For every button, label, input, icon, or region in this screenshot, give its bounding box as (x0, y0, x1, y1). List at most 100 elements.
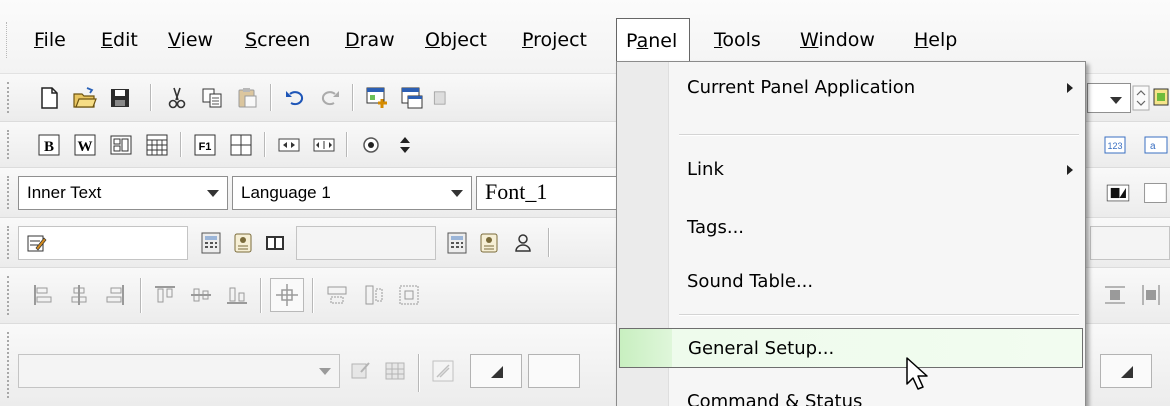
menu-item-label: Sound Table... (687, 271, 814, 292)
line-color-icon[interactable] (1140, 178, 1170, 208)
fill-style-button-2[interactable] (528, 354, 580, 388)
menu-tools-label: ools (722, 29, 761, 51)
align-middle-icon[interactable] (186, 280, 216, 310)
grid-icon[interactable] (142, 130, 172, 160)
radio-icon[interactable] (356, 130, 386, 160)
screen-properties-icon[interactable] (397, 83, 427, 113)
paste-icon[interactable] (232, 83, 262, 113)
menu-item-general-setup[interactable]: General Setup... (619, 328, 1083, 368)
menu-help[interactable]: Help (910, 18, 961, 62)
menu-item-sound-table[interactable]: Sound Table... (619, 262, 1083, 302)
menu-item-link[interactable]: Link (619, 150, 1083, 190)
fill-color-icon[interactable] (1100, 178, 1136, 208)
step-left-icon[interactable] (274, 130, 304, 160)
user-icon[interactable] (508, 228, 538, 258)
menu-file[interactable]: File (30, 18, 70, 62)
text-style-select[interactable]: Inner Text (18, 176, 228, 210)
menu-panel[interactable]: Panel (616, 18, 690, 62)
numeric-icon[interactable]: 123 (1100, 130, 1130, 160)
open-folder-icon[interactable] (70, 83, 100, 113)
svg-text:W: W (78, 139, 93, 155)
menubar-grip[interactable] (6, 22, 9, 58)
menu-screen[interactable]: Screen (241, 18, 314, 62)
edit-object-icon (27, 232, 47, 252)
align-left-icon[interactable] (28, 280, 58, 310)
tag-select[interactable] (296, 226, 436, 260)
distribute-v-icon[interactable] (358, 280, 388, 310)
add-screen-icon[interactable] (362, 83, 392, 113)
object-select[interactable] (18, 354, 340, 388)
toolbar-grip[interactable] (7, 276, 11, 315)
calculator-icon[interactable] (442, 228, 472, 258)
align-center-icon[interactable] (64, 280, 94, 310)
language-select[interactable]: Language 1 (232, 176, 472, 210)
build-icon[interactable] (1152, 83, 1170, 113)
group-icon[interactable] (394, 280, 424, 310)
center-icon[interactable] (270, 278, 304, 312)
tag-icon[interactable] (228, 228, 258, 258)
updown-icon[interactable] (390, 130, 420, 160)
menu-window[interactable]: Window (796, 18, 879, 62)
language-value: Language 1 (241, 183, 331, 202)
ungroup-icon[interactable] (1100, 280, 1130, 310)
zoom-combo[interactable] (1087, 83, 1131, 113)
menu-view[interactable]: View (164, 18, 217, 62)
menu-panel-accel: a (636, 30, 649, 52)
calculator-icon[interactable] (196, 228, 226, 258)
toolbar-grip[interactable] (7, 176, 11, 209)
toolbar-grip[interactable] (7, 130, 11, 159)
fill-style-button-3[interactable] (1100, 354, 1152, 388)
spin-icon[interactable] (1132, 83, 1150, 113)
align-bottom-icon[interactable] (222, 280, 252, 310)
panel-menu-dropdown: Current Panel Application Link Tags... S… (616, 61, 1086, 406)
layout-icon[interactable] (106, 130, 136, 160)
tag-edit-field[interactable] (18, 226, 188, 260)
distribute-h-icon[interactable] (322, 280, 352, 310)
menu-item-label: Tags... (687, 217, 745, 238)
menu-edit[interactable]: Edit (97, 18, 142, 62)
ascii-icon[interactable]: a (1140, 130, 1170, 160)
tag-right-field[interactable] (1090, 226, 1170, 260)
fill-style-button[interactable] (470, 354, 522, 388)
menu-screen-accel: S (245, 29, 258, 51)
menu-window-accel: W (800, 29, 819, 51)
menu-item-command-status[interactable]: Command & Status (619, 382, 1083, 406)
object-properties-icon[interactable] (346, 356, 376, 386)
tag-icon[interactable] (474, 228, 504, 258)
text-style-value: Inner Text (27, 183, 102, 202)
toolbar-grip[interactable] (7, 226, 11, 259)
align-right-icon[interactable] (100, 280, 130, 310)
menu-object[interactable]: Object (421, 18, 491, 62)
menu-draw[interactable]: Draw (341, 18, 399, 62)
cut-icon[interactable] (162, 83, 192, 113)
font-select[interactable]: Font_1 (476, 176, 626, 210)
toolbar-separator (312, 278, 314, 313)
book-icon[interactable] (260, 228, 290, 258)
line-style-icon[interactable] (428, 356, 458, 386)
svg-text:123: 123 (1107, 141, 1122, 151)
new-file-icon[interactable] (34, 83, 64, 113)
object-grid-icon[interactable] (380, 356, 410, 386)
menu-panel-pre: P (626, 30, 637, 52)
save-icon[interactable] (105, 83, 135, 113)
undo-icon[interactable] (280, 83, 310, 113)
toolbar-grip[interactable] (7, 332, 11, 398)
toolbar-grip[interactable] (7, 82, 11, 113)
order-icon[interactable] (1136, 280, 1166, 310)
copy-icon[interactable] (197, 83, 227, 113)
word-icon[interactable]: W (70, 130, 100, 160)
toolbar-separator (346, 132, 348, 157)
step-right-icon[interactable] (309, 130, 339, 160)
bold-icon[interactable]: B (34, 130, 64, 160)
toolbar-separator (270, 84, 272, 111)
menu-edit-label: dit (113, 29, 138, 51)
menu-tools[interactable]: Tools (710, 18, 765, 62)
table-icon[interactable] (226, 130, 256, 160)
menu-project[interactable]: Project (518, 18, 591, 62)
menu-item-tags[interactable]: Tags... (619, 208, 1083, 248)
align-top-icon[interactable] (150, 280, 180, 310)
toolbar-overflow-icon[interactable] (432, 83, 452, 113)
redo-icon[interactable] (315, 83, 345, 113)
function-key-icon[interactable]: F1 (190, 130, 220, 160)
menu-item-current-panel-application[interactable]: Current Panel Application (619, 68, 1083, 108)
